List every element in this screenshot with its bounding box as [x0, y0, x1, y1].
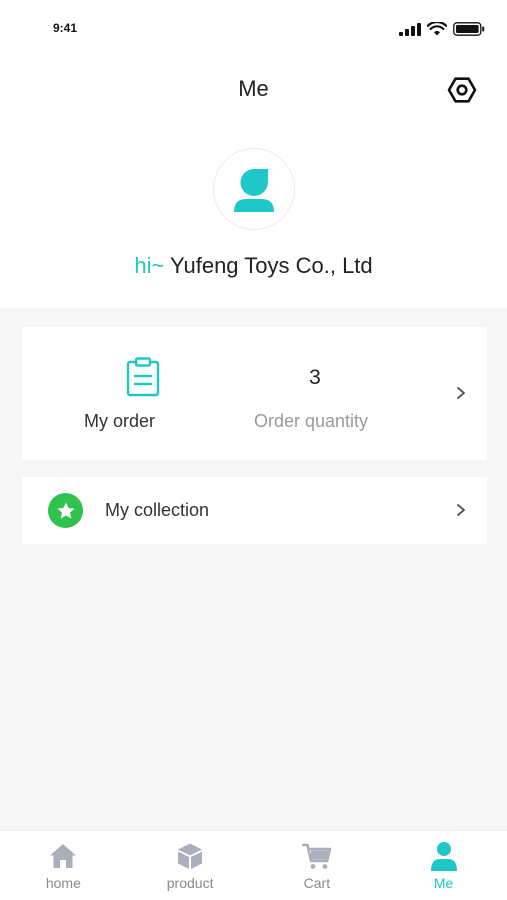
- battery-icon: [453, 22, 485, 36]
- company-name: Yufeng Toys Co., Ltd: [170, 253, 373, 278]
- nav-bar: Me: [0, 62, 507, 118]
- box-icon: [178, 843, 203, 869]
- tab-me[interactable]: Me: [380, 831, 507, 900]
- tab-cart[interactable]: Cart: [254, 831, 381, 900]
- order-count: 3: [309, 366, 321, 389]
- tab-home[interactable]: home: [0, 831, 127, 900]
- signal-icon: [399, 22, 421, 36]
- star-badge: [48, 493, 83, 528]
- settings-hexagon-icon: [447, 77, 477, 103]
- order-card[interactable]: My order 3 Order quantity: [22, 327, 487, 460]
- order-quantity-label: Order quantity: [254, 411, 369, 431]
- tab-me-label: Me: [433, 875, 454, 891]
- settings-button[interactable]: [446, 74, 478, 106]
- status-bar: 9:41: [0, 0, 507, 56]
- star-icon: [57, 502, 74, 518]
- my-collection-item[interactable]: My collection: [22, 477, 487, 544]
- tab-product[interactable]: product: [127, 831, 254, 900]
- user-icon: [430, 842, 457, 871]
- my-order-label: My order: [84, 411, 156, 431]
- cart-icon: [301, 843, 332, 869]
- avatar[interactable]: [213, 148, 295, 230]
- home-icon: [50, 844, 77, 868]
- tab-product-label: product: [166, 875, 214, 891]
- profile-header-area: 9:41 Me hi~ Yufeng Toys Co., Ltd: [0, 0, 507, 308]
- wifi-icon: [427, 22, 447, 36]
- clipboard-icon: [126, 357, 160, 397]
- chevron-right-icon: [457, 387, 465, 399]
- status-time: 9:41: [53, 21, 78, 35]
- bottom-tab-bar: home product Cart Me: [0, 830, 507, 900]
- my-collection-label: My collection: [105, 500, 210, 520]
- tab-home-label: home: [45, 875, 81, 891]
- status-icons: [399, 22, 485, 36]
- page-title: Me: [238, 76, 269, 101]
- greeting: hi~ Yufeng Toys Co., Ltd: [0, 253, 507, 279]
- user-avatar-icon: [234, 169, 274, 212]
- greeting-prefix: hi~: [134, 253, 165, 278]
- tab-cart-label: Cart: [303, 875, 331, 891]
- chevron-right-icon: [457, 504, 465, 516]
